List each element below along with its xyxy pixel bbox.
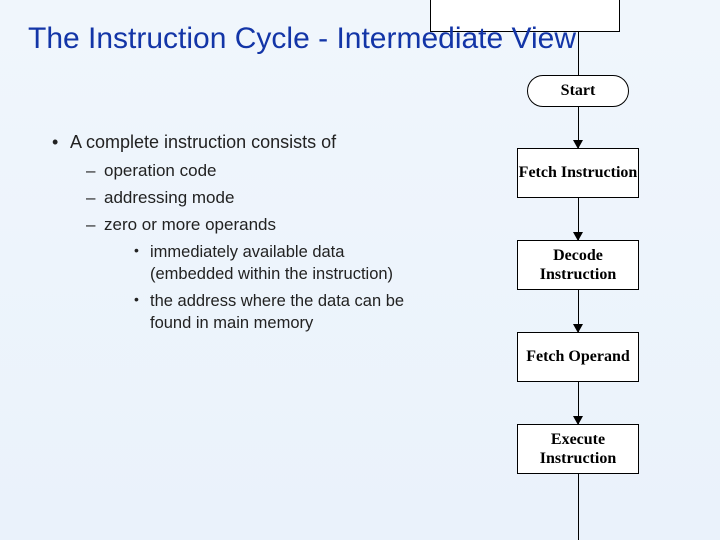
flow-node-start: Start: [527, 75, 629, 107]
flow-node-fetch-instruction: Fetch Instruction: [517, 148, 639, 198]
flow-node-decode-instruction: Decode Instruction: [517, 240, 639, 290]
bullet-l2-3-text: zero or more operands: [104, 215, 276, 234]
bullet-l1-1: A complete instruction consists of opera…: [48, 130, 418, 334]
bullet-content: A complete instruction consists of opera…: [48, 130, 418, 340]
bullet-l1-1-text: A complete instruction consists of: [70, 132, 336, 152]
flowchart: Start Fetch Instruction Decode Instructi…: [430, 0, 690, 540]
bullet-l3-2: the address where the data can be found …: [104, 290, 418, 335]
flow-node-execute-instruction: Execute Instruction: [517, 424, 639, 474]
bullet-l3-1: immediately available data (embedded wit…: [104, 241, 418, 286]
slide-title: The Instruction Cycle - Intermediate Vie…: [0, 0, 720, 56]
flow-node-fetch-operand: Fetch Operand: [517, 332, 639, 382]
bullet-l2-3: zero or more operands immediately availa…: [70, 214, 418, 334]
flow-line: [578, 474, 579, 540]
bullet-l2-1: operation code: [70, 160, 418, 183]
bullet-l2-2: addressing mode: [70, 187, 418, 210]
